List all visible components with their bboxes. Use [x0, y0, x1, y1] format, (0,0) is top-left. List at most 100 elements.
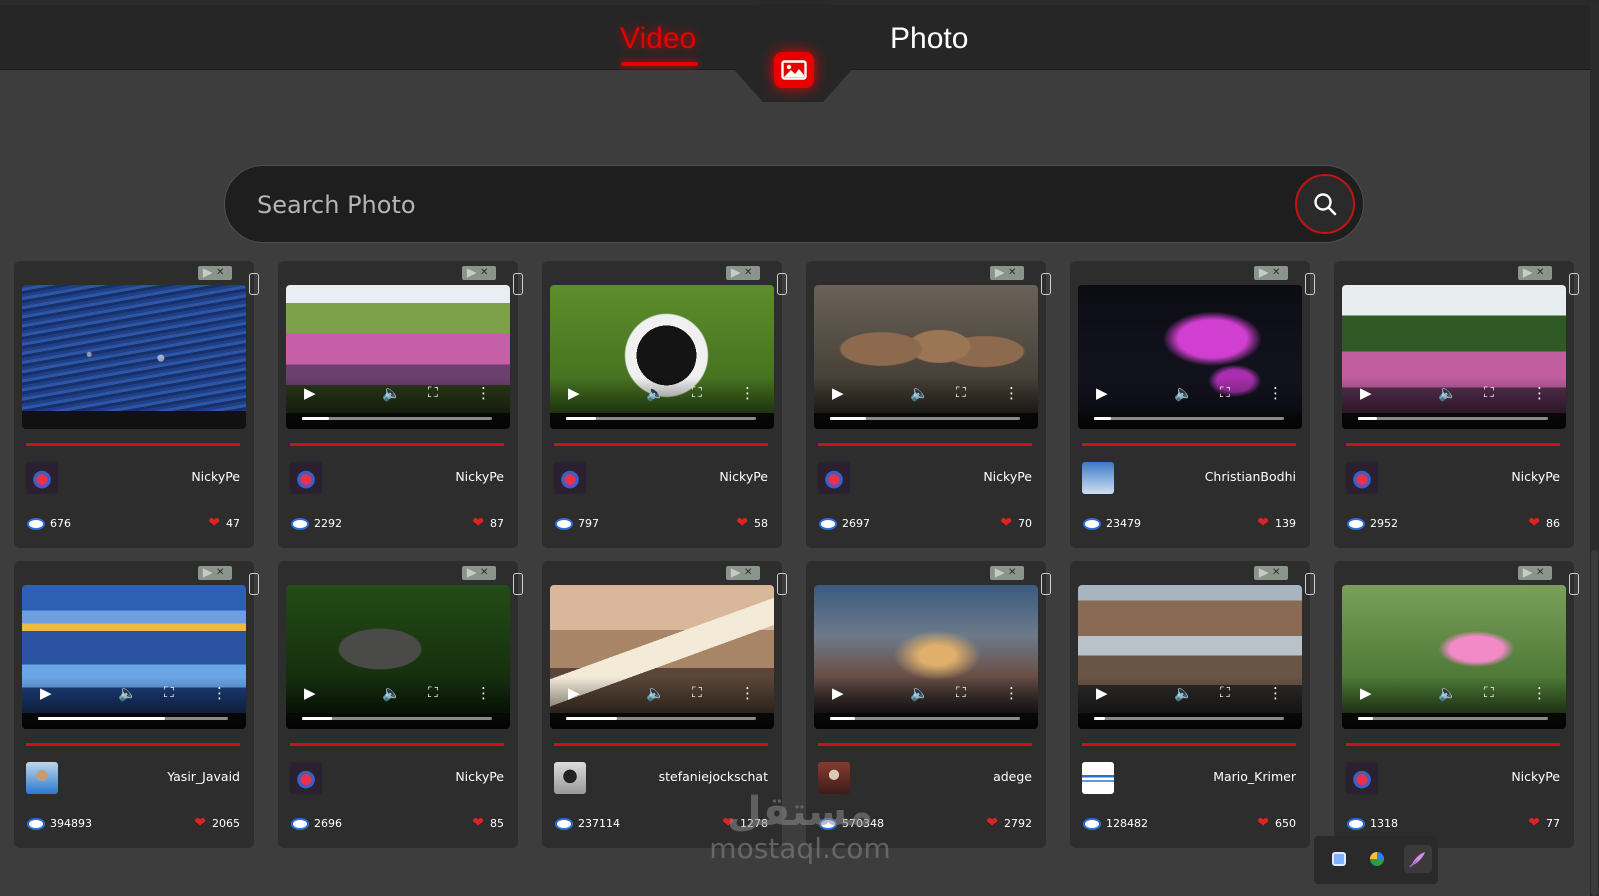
video-progress-bar[interactable] [302, 717, 492, 720]
video-progress-bar[interactable] [1358, 717, 1548, 720]
volume-icon[interactable]: 🔈 [118, 685, 137, 701]
avatar[interactable] [554, 462, 586, 494]
volume-icon[interactable]: 🔈 [646, 385, 665, 401]
play-icon[interactable]: ▶ [568, 685, 580, 701]
fullscreen-icon[interactable]: ⛶ [692, 685, 702, 701]
video-progress-bar[interactable] [830, 717, 1020, 720]
volume-icon[interactable]: 🔈 [1438, 385, 1457, 401]
play-icon[interactable]: ▶ [1360, 685, 1372, 701]
video-progress-bar[interactable] [1094, 417, 1284, 420]
more-options-icon[interactable]: ⋮ [212, 685, 227, 701]
volume-icon[interactable]: 🔈 [910, 385, 929, 401]
more-options-icon[interactable]: ⋮ [476, 685, 491, 701]
image-icon[interactable] [774, 52, 814, 88]
more-options-icon[interactable]: ⋮ [1004, 385, 1019, 401]
fullscreen-icon[interactable]: ⛶ [956, 385, 966, 401]
play-icon[interactable]: ▶ [1096, 685, 1108, 701]
video-player[interactable]: ▶ 🔈 ⛶ ⋮ [1078, 285, 1302, 429]
heart-icon[interactable]: ❤ [1528, 515, 1540, 529]
fullscreen-icon[interactable]: ⛶ [428, 385, 438, 401]
author-name[interactable]: Mario_Krimer [1213, 769, 1296, 784]
video-player[interactable]: ▶ 🔈 ⛶ ⋮ [814, 585, 1038, 729]
media-card[interactable]: ✕ ▶ 🔈 ⛶ ⋮ NickyPe 2696 ❤ 85 [278, 561, 523, 848]
video-progress-bar[interactable] [302, 417, 492, 420]
video-progress-bar[interactable] [38, 717, 228, 720]
media-card[interactable]: ✕ ▶ 🔈 ⛶ ⋮ NickyPe 1318 ❤ 77 [1334, 561, 1579, 848]
ad-badge[interactable]: ✕ [462, 266, 496, 280]
video-player[interactable]: ▶ 🔈 ⛶ ⋮ [22, 585, 246, 729]
volume-icon[interactable]: 🔈 [382, 685, 401, 701]
ad-badge[interactable]: ✕ [726, 566, 760, 580]
ad-badge[interactable]: ✕ [1518, 266, 1552, 280]
media-card[interactable]: ✕ ▶ 🔈 ⛶ ⋮ Mario_Krimer 128482 ❤ 650 [1070, 561, 1315, 848]
search-button[interactable] [1295, 174, 1355, 234]
video-progress-bar[interactable] [566, 717, 756, 720]
heart-icon[interactable]: ❤ [986, 815, 998, 829]
media-card[interactable]: ✕ ▶ 🔈 ⛶ ⋮ NickyPe 2697 ❤ 70 [806, 261, 1051, 548]
video-player[interactable]: ▶ 🔈 ⛶ ⋮ [550, 585, 774, 729]
more-options-icon[interactable]: ⋮ [1532, 685, 1547, 701]
video-player[interactable]: ▶ 🔈 ⛶ ⋮ [1078, 585, 1302, 729]
ad-badge[interactable]: ✕ [1518, 566, 1552, 580]
video-progress-bar[interactable] [566, 417, 756, 420]
fullscreen-icon[interactable]: ⛶ [1220, 385, 1230, 401]
author-name[interactable]: NickyPe [983, 469, 1032, 484]
fullscreen-icon[interactable]: ⛶ [1484, 385, 1494, 401]
author-name[interactable]: stefaniejockschat [659, 769, 768, 784]
author-name[interactable]: NickyPe [191, 469, 240, 484]
author-name[interactable]: ChristianBodhi [1205, 469, 1296, 484]
ad-badge[interactable]: ✕ [462, 566, 496, 580]
media-card[interactable]: ✕ ▶ 🔈 ⛶ ⋮ ChristianBodhi 23479 ❤ 139 [1070, 261, 1315, 548]
author-name[interactable]: NickyPe [1511, 469, 1560, 484]
author-name[interactable]: NickyPe [1511, 769, 1560, 784]
tab-photo[interactable]: Photo [890, 21, 968, 57]
volume-icon[interactable]: 🔈 [646, 685, 665, 701]
ad-badge[interactable]: ✕ [198, 566, 232, 580]
play-icon[interactable]: ▶ [832, 685, 844, 701]
volume-icon[interactable]: 🔈 [382, 385, 401, 401]
fullscreen-icon[interactable]: ⛶ [1220, 685, 1230, 701]
fullscreen-icon[interactable]: ⛶ [164, 685, 174, 701]
heart-icon[interactable]: ❤ [208, 515, 220, 529]
avatar[interactable] [1082, 762, 1114, 794]
photo-thumbnail[interactable] [22, 285, 246, 429]
ad-badge[interactable]: ✕ [990, 266, 1024, 280]
avatar[interactable] [1346, 462, 1378, 494]
play-icon[interactable]: ▶ [304, 685, 316, 701]
video-player[interactable]: ▶ 🔈 ⛶ ⋮ [286, 285, 510, 429]
video-player[interactable]: ▶ 🔈 ⛶ ⋮ [1342, 585, 1566, 729]
media-card[interactable]: ✕ ▶ 🔈 ⛶ ⋮ NickyPe 2292 ❤ 87 [278, 261, 523, 548]
more-options-icon[interactable]: ⋮ [1004, 685, 1019, 701]
heart-icon[interactable]: ❤ [1257, 815, 1269, 829]
square-icon[interactable] [1328, 848, 1350, 870]
video-player[interactable]: ▶ 🔈 ⛶ ⋮ [286, 585, 510, 729]
more-options-icon[interactable]: ⋮ [476, 385, 491, 401]
heart-icon[interactable]: ❤ [194, 815, 206, 829]
ad-badge[interactable]: ✕ [726, 266, 760, 280]
avatar[interactable] [818, 462, 850, 494]
more-options-icon[interactable]: ⋮ [1268, 685, 1283, 701]
avatar[interactable] [26, 762, 58, 794]
heart-icon[interactable]: ❤ [736, 515, 748, 529]
media-card[interactable]: ✕ NickyPe 676 ❤ 47 [14, 261, 259, 548]
play-icon[interactable]: ▶ [568, 385, 580, 401]
more-options-icon[interactable]: ⋮ [1532, 385, 1547, 401]
tab-video[interactable]: Video [620, 21, 696, 57]
volume-icon[interactable]: 🔈 [1174, 385, 1193, 401]
search-input[interactable] [255, 184, 1259, 226]
play-icon[interactable]: ▶ [1360, 385, 1372, 401]
video-progress-bar[interactable] [1094, 717, 1284, 720]
heart-icon[interactable]: ❤ [1257, 515, 1269, 529]
fullscreen-icon[interactable]: ⛶ [692, 385, 702, 401]
more-options-icon[interactable]: ⋮ [740, 385, 755, 401]
ad-badge[interactable]: ✕ [990, 566, 1024, 580]
feather-icon[interactable] [1404, 845, 1432, 873]
media-card[interactable]: ✕ ▶ 🔈 ⛶ ⋮ Yasir_Javaid 394893 ❤ 2065 [14, 561, 259, 848]
play-icon[interactable]: ▶ [304, 385, 316, 401]
author-name[interactable]: Yasir_Javaid [167, 769, 240, 784]
ad-badge[interactable]: ✕ [1254, 566, 1288, 580]
author-name[interactable]: NickyPe [719, 469, 768, 484]
volume-icon[interactable]: 🔈 [1174, 685, 1193, 701]
avatar[interactable] [290, 762, 322, 794]
play-icon[interactable]: ▶ [40, 685, 52, 701]
